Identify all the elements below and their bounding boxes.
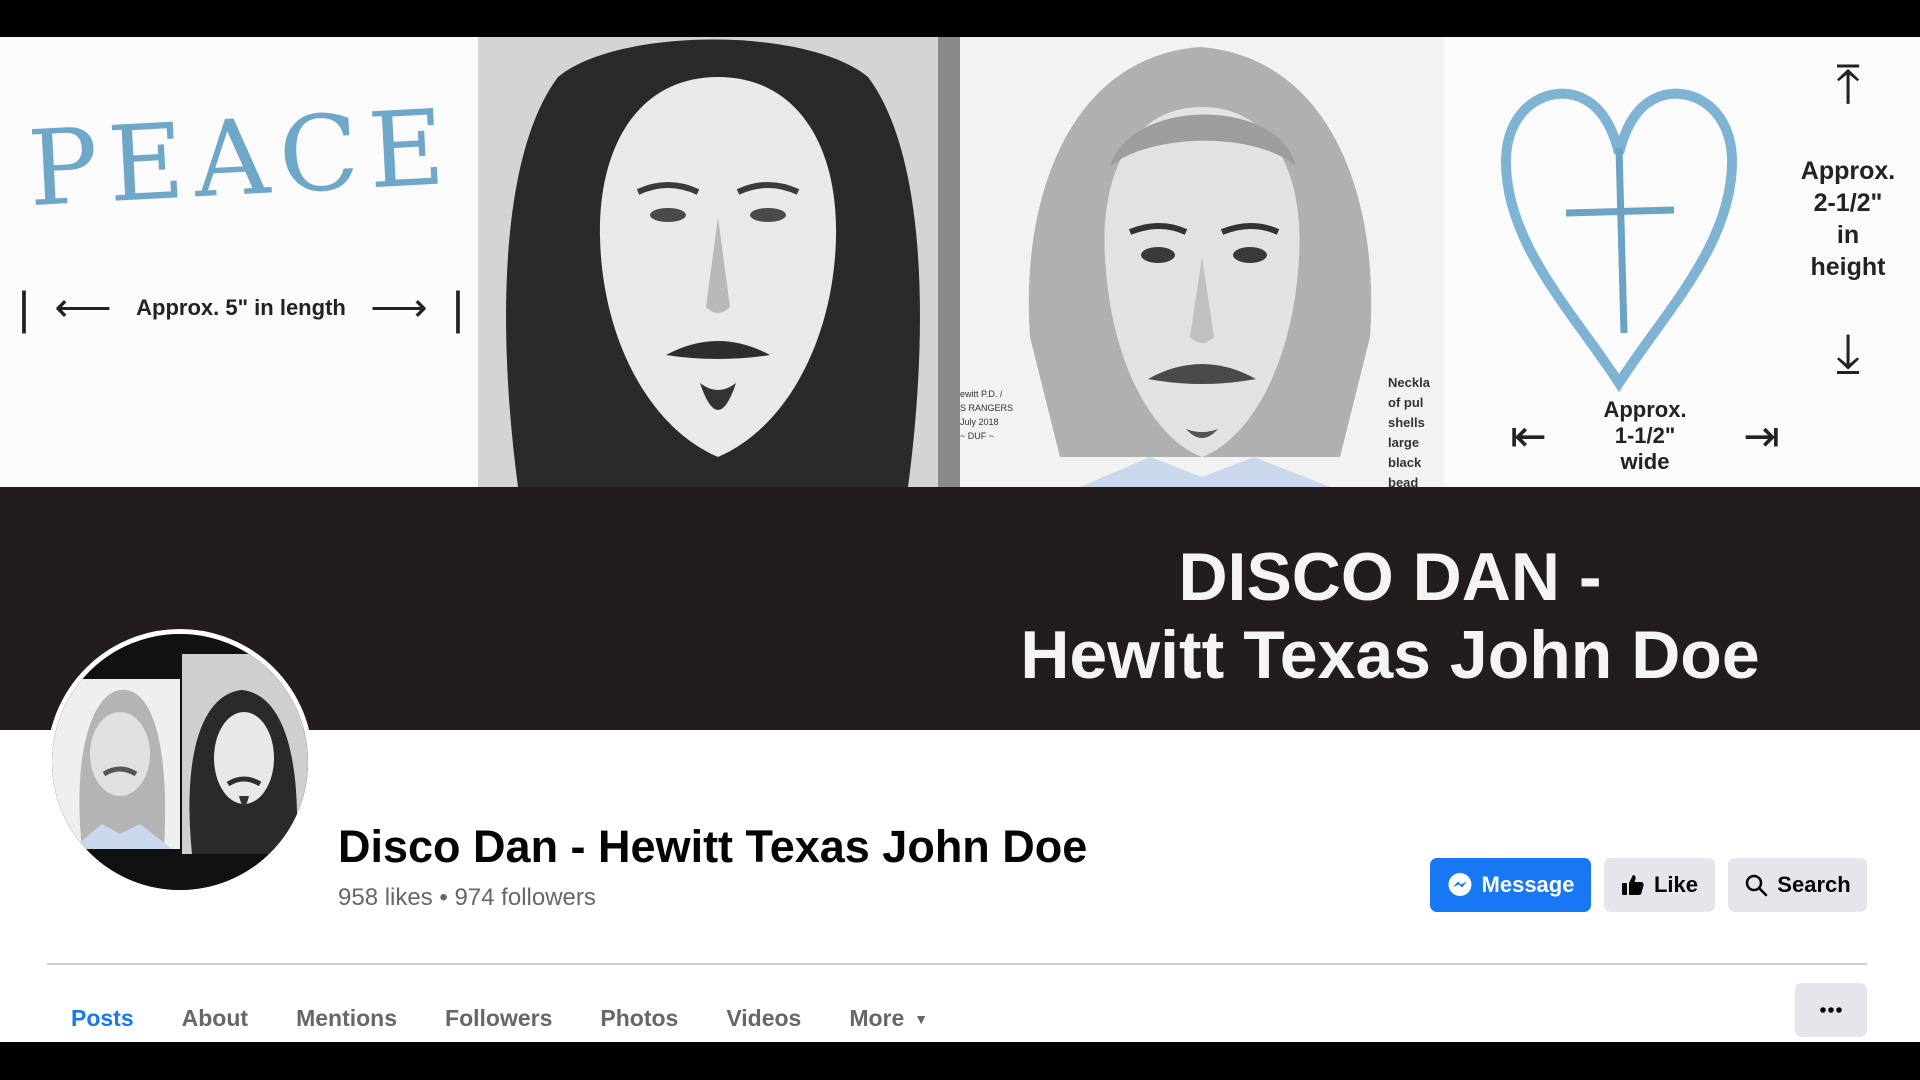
cover-title: DISCO DAN - Hewitt Texas John Doe [1020,539,1760,693]
cover-panel-heart-tattoo: ⇤ Approx. 1-1/2" wide ⇥ ⤒ Approx. 2-1/2"… [1444,37,1920,487]
bar-right-icon: | [452,282,464,334]
message-button-label: Message [1481,872,1575,897]
cover-photo[interactable]: PEACE | ⟵ Approx. 5" in length ⟶ | ewitt… [0,37,1920,730]
more-horizontal-icon [1820,1007,1842,1013]
search-button-label: Search [1777,872,1851,897]
width-annotation: ⇤ Approx. 1-1/2" wide ⇥ [1510,397,1780,474]
more-options-button[interactable] [1795,983,1867,1037]
arrow-down-bar-icon: ⤓ [1836,323,1860,383]
search-icon [1746,874,1768,897]
cover-panel-sketch-long-hair [478,37,960,487]
tab-more[interactable]: More ▼ [825,981,952,1042]
arrow-right-bar-icon: ⇥ [1743,411,1780,461]
tab-mentions[interactable]: Mentions [272,981,421,1042]
bar-left-icon: | [18,282,30,334]
page-container: PEACE | ⟵ Approx. 5" in length ⟶ | ewitt… [0,37,1920,1042]
page-tabs: Posts About Mentions Followers Photos Vi… [47,981,952,1042]
sketch-credit: ewitt P.D. / S RANGERS July 2018 ~ DUF ~ [960,389,1014,441]
messenger-icon [1448,873,1472,896]
tab-posts[interactable]: Posts [47,981,158,1042]
thumbs-up-icon [1621,875,1644,895]
necklace-note: Neckla of pul shells large black bead [1388,375,1430,487]
header-divider [47,963,1867,965]
like-button-label: Like [1653,872,1699,897]
tab-followers[interactable]: Followers [421,981,576,1042]
tab-videos[interactable]: Videos [702,981,825,1042]
like-button[interactable]: Like [1604,858,1715,912]
message-button[interactable]: Message [1430,858,1591,912]
tab-photos[interactable]: Photos [576,981,702,1042]
length-annotation: | ⟵ Approx. 5" in length ⟶ | [18,285,464,331]
arrow-up-bar-icon: ⤒ [1836,55,1860,115]
arrow-left-icon: ⟵ [54,286,112,330]
tab-about[interactable]: About [158,981,272,1042]
caret-down-icon: ▼ [914,1010,929,1027]
sketch-long-hair-image [478,37,960,487]
page-title: Disco Dan - Hewitt Texas John Doe [338,821,1088,872]
length-note: Approx. 5" in length [136,295,346,320]
avatar-image [52,634,308,890]
cover-panel-sketch-mustache: ewitt P.D. / S RANGERS July 2018 ~ DUF ~… [960,37,1444,487]
page-stats: 958 likes • 974 followers [338,884,596,911]
sketch-mustache-image [960,37,1444,487]
heart-cross-icon [1494,63,1744,393]
arrow-right-icon: ⟶ [370,286,428,330]
arrow-left-bar-icon: ⇤ [1510,411,1547,461]
search-button[interactable]: Search [1728,858,1867,912]
peace-tattoo-text: PEACE [25,85,458,231]
height-annotation: ⤒ Approx. 2-1/2" in height ⤓ [1796,55,1900,435]
cover-panel-tattoo: PEACE | ⟵ Approx. 5" in length ⟶ | [0,37,478,487]
profile-avatar[interactable] [47,629,313,895]
